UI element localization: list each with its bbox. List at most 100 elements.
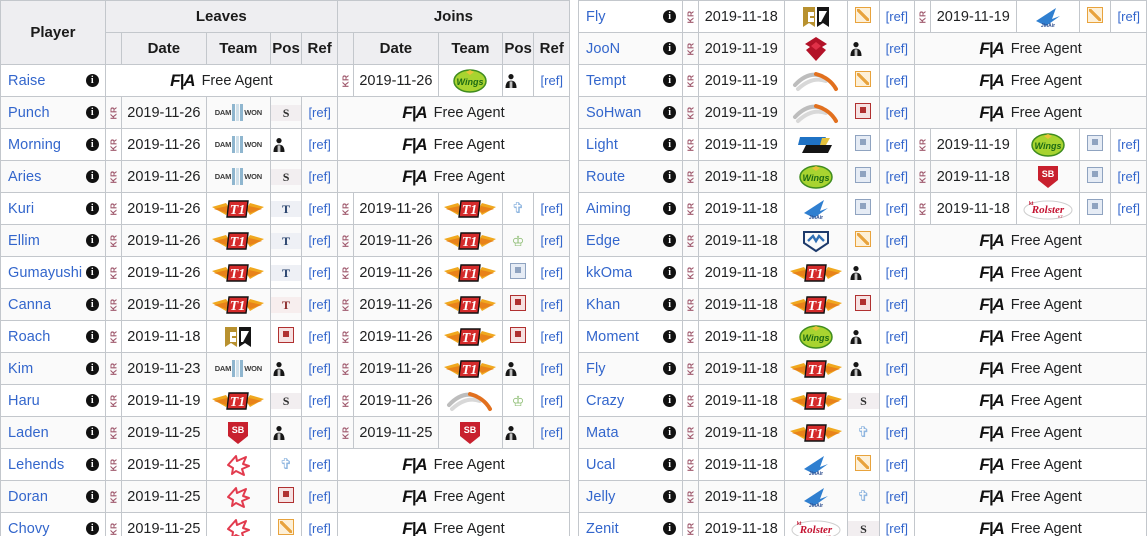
team-cell-joins[interactable]: T1 (438, 352, 503, 385)
team-cell-leaves[interactable]: DAM WON (206, 160, 271, 193)
reference-cell-leaves[interactable]: [ref] (878, 160, 916, 193)
player-cell[interactable]: Fly i (578, 352, 684, 385)
reference-link[interactable]: [ref] (1118, 169, 1140, 184)
team-cell-leaves[interactable]: T1 (783, 352, 849, 385)
player-cell[interactable]: Tempt i (578, 64, 684, 97)
reference-cell-joins[interactable]: [ref] (533, 256, 570, 289)
info-icon[interactable]: i (85, 394, 99, 407)
reference-link[interactable]: [ref] (541, 201, 563, 216)
reference-cell-leaves[interactable]: [ref] (878, 32, 916, 65)
reference-link[interactable]: [ref] (886, 425, 908, 440)
team-cell-joins[interactable]: JinAir (1015, 0, 1081, 33)
player-name-link[interactable]: Lehends (8, 457, 64, 473)
player-name-link[interactable]: Aries (8, 169, 42, 185)
player-name-link[interactable]: Fly (586, 9, 606, 25)
team-cell-leaves[interactable]: Wings (783, 160, 849, 193)
team-cell-joins[interactable]: Wings (1015, 128, 1081, 161)
team-cell-leaves[interactable]: T1 (783, 384, 849, 417)
player-name-link[interactable]: Jelly (586, 489, 616, 505)
player-cell[interactable]: Ellim i (0, 224, 106, 257)
reference-cell-leaves[interactable]: [ref] (878, 512, 916, 536)
player-name-link[interactable]: JooN (586, 41, 620, 57)
player-cell[interactable]: Lehends i (0, 448, 106, 481)
player-name-link[interactable]: kkOma (586, 265, 632, 281)
player-name-link[interactable]: Edge (586, 233, 620, 249)
reference-link[interactable]: [ref] (308, 489, 330, 504)
reference-link[interactable]: [ref] (308, 105, 330, 120)
reference-link[interactable]: [ref] (886, 73, 908, 88)
reference-link[interactable]: [ref] (308, 361, 330, 376)
player-name-link[interactable]: Chovy (8, 521, 50, 536)
reference-link[interactable]: [ref] (308, 137, 330, 152)
reference-link[interactable]: [ref] (541, 361, 563, 376)
team-cell-leaves[interactable]: T1 (206, 384, 271, 417)
player-cell[interactable]: Crazy i (578, 384, 684, 417)
player-cell[interactable]: Light i (578, 128, 684, 161)
team-cell-leaves[interactable]: T1 (206, 224, 271, 257)
reference-cell-leaves[interactable]: [ref] (878, 256, 916, 289)
reference-link[interactable]: [ref] (886, 105, 908, 120)
reference-link[interactable]: [ref] (308, 425, 330, 440)
team-cell-leaves[interactable] (783, 96, 849, 129)
player-cell[interactable]: Route i (578, 160, 684, 193)
reference-cell-leaves[interactable]: [ref] (878, 352, 916, 385)
player-cell[interactable]: Doran i (0, 480, 106, 513)
reference-link[interactable]: [ref] (308, 297, 330, 312)
info-icon[interactable]: i (663, 362, 677, 375)
reference-link[interactable]: [ref] (1118, 9, 1140, 24)
reference-link[interactable]: [ref] (308, 265, 330, 280)
info-icon[interactable]: i (85, 298, 99, 311)
info-icon[interactable]: i (85, 202, 99, 215)
reference-cell-leaves[interactable]: [ref] (301, 416, 338, 449)
player-name-link[interactable]: Ellim (8, 233, 40, 249)
info-icon[interactable]: i (663, 106, 677, 119)
player-name-link[interactable]: Mata (586, 425, 619, 441)
player-name-link[interactable]: Crazy (586, 393, 624, 409)
info-icon[interactable]: i (663, 298, 677, 311)
team-cell-joins[interactable]: kt Rolster KT (1015, 192, 1081, 225)
player-name-link[interactable]: Fly (586, 361, 606, 377)
team-cell-leaves[interactable]: Wings (783, 320, 849, 353)
reference-link[interactable]: [ref] (886, 489, 908, 504)
info-icon[interactable]: i (85, 170, 99, 183)
info-icon[interactable]: i (663, 458, 677, 471)
reference-link[interactable]: [ref] (308, 201, 330, 216)
info-icon[interactable]: i (663, 138, 677, 151)
reference-link[interactable]: [ref] (886, 521, 908, 536)
reference-cell-joins[interactable]: [ref] (533, 64, 570, 97)
reference-cell-joins[interactable]: [ref] (533, 320, 570, 353)
info-icon[interactable]: i (85, 490, 99, 503)
player-cell[interactable]: kkOma i (578, 256, 684, 289)
reference-link[interactable]: [ref] (308, 169, 330, 184)
player-cell[interactable]: Moment i (578, 320, 684, 353)
player-name-link[interactable]: Raise (8, 73, 46, 89)
team-cell-leaves[interactable] (206, 512, 271, 536)
team-cell-leaves[interactable] (783, 64, 849, 97)
reference-cell-joins[interactable]: [ref] (533, 288, 570, 321)
player-name-link[interactable]: Laden (8, 425, 49, 441)
reference-cell-leaves[interactable]: [ref] (878, 288, 916, 321)
team-cell-leaves[interactable]: T1 (206, 288, 271, 321)
reference-link[interactable]: [ref] (308, 521, 330, 536)
reference-link[interactable]: [ref] (541, 393, 563, 408)
reference-cell-leaves[interactable]: [ref] (878, 448, 916, 481)
reference-cell-leaves[interactable]: [ref] (878, 320, 916, 353)
player-name-link[interactable]: Route (586, 169, 625, 185)
team-cell-leaves[interactable] (206, 448, 271, 481)
player-cell[interactable]: Raise i (0, 64, 106, 97)
info-icon[interactable]: i (85, 362, 99, 375)
player-name-link[interactable]: Moment (586, 329, 639, 345)
reference-cell-leaves[interactable]: [ref] (301, 448, 338, 481)
player-cell[interactable]: Jelly i (578, 480, 684, 513)
info-icon[interactable]: i (663, 10, 677, 23)
reference-cell-joins[interactable]: [ref] (1110, 192, 1147, 225)
reference-link[interactable]: [ref] (308, 393, 330, 408)
player-name-link[interactable]: Roach (8, 329, 50, 345)
player-cell[interactable]: Punch i (0, 96, 106, 129)
info-icon[interactable]: i (663, 522, 677, 535)
player-name-link[interactable]: Zenit (586, 521, 619, 536)
player-name-link[interactable]: Canna (8, 297, 51, 313)
reference-cell-leaves[interactable]: [ref] (301, 384, 338, 417)
reference-link[interactable]: [ref] (886, 361, 908, 376)
reference-cell-leaves[interactable]: [ref] (301, 224, 338, 257)
